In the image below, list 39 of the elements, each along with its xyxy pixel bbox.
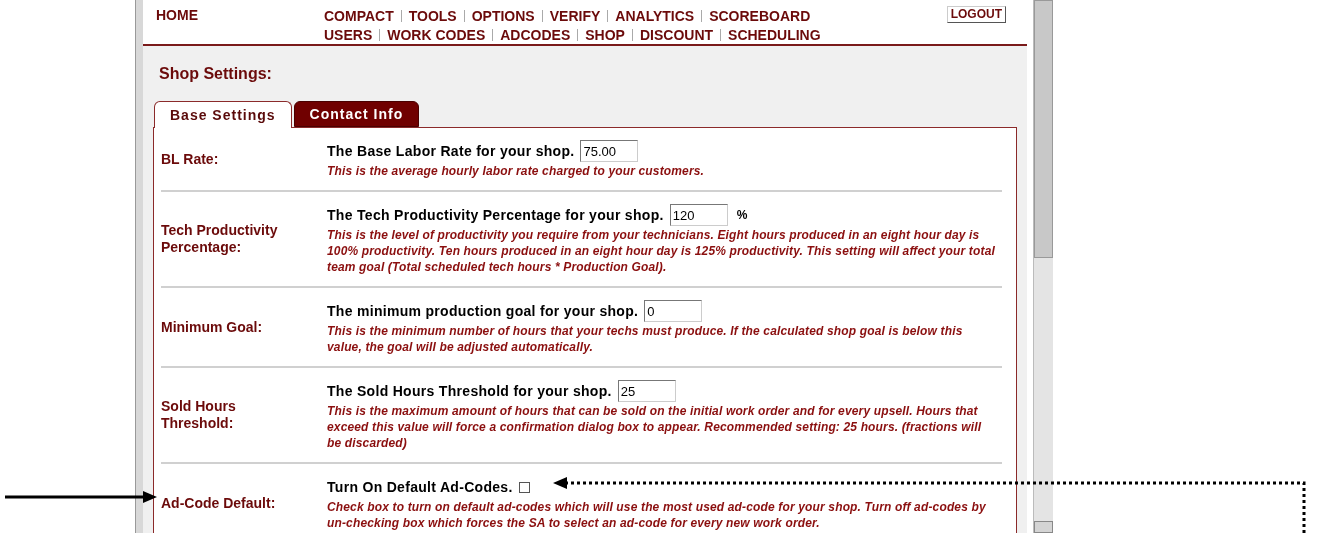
nav-link[interactable]: SHOP bbox=[585, 25, 625, 44]
nav-link[interactable]: ANALYTICS bbox=[615, 6, 695, 25]
setting-description: Check box to turn on default ad-codes which will use the most used ad-code for your shop. Turn off ad-codes by un-checking box which forces the SA to select an ad-code for every new work order. bbox=[327, 499, 987, 531]
setting-prompt: The minimum production goal for your shop. bbox=[327, 301, 639, 321]
nav-link[interactable]: TOOLS bbox=[408, 6, 457, 25]
nav-link[interactable]: ADCODES bbox=[500, 25, 571, 44]
nav-link[interactable]: VERIFY bbox=[549, 6, 601, 25]
tab[interactable]: Base Settings bbox=[154, 101, 292, 128]
setting-label: Minimum Goal: bbox=[161, 318, 264, 336]
scrollbar[interactable] bbox=[1033, 0, 1053, 533]
nav-link[interactable]: DISCOUNT bbox=[639, 25, 714, 44]
setting-description: This is the minimum number of hours that your techs must produce. If the calculated shop goal is below this value, the goal will be adjusted automatically. bbox=[327, 323, 964, 355]
input-field[interactable]: 75.00 bbox=[580, 140, 639, 162]
nav-link[interactable]: OPTIONS bbox=[471, 6, 535, 25]
setting-label: Tech Productivity Percentage: bbox=[161, 222, 279, 256]
setting-prompt: The Base Labor Rate for your shop. bbox=[327, 141, 575, 161]
unit-label: % bbox=[736, 207, 748, 224]
input-field[interactable]: 0 bbox=[644, 300, 703, 322]
setting-description: This is the level of productivity you require from your technicians. Eight hours produced in an eight hour day is 100% productivity. Ten hours produced in an eight hour day is 125% productivity. This setting will affect your total team goal (Total scheduled tech hours * Production Goal). bbox=[327, 227, 996, 275]
nav-link[interactable]: SCHEDULING bbox=[728, 25, 821, 44]
setting-description: This is the maximum amount of hours that can be sold on the initial work order and for every upsell. Hours that exceed this value will force a confirmation dialog box to appear. Recommended setting: 25 hours. (fractions will be discarded) bbox=[327, 403, 983, 451]
setting-label: BL Rate: bbox=[161, 150, 220, 168]
logout-button[interactable]: LOGOUT bbox=[946, 6, 1006, 23]
setting-label: Ad-Code Default: bbox=[161, 494, 277, 512]
input-field[interactable]: 25 bbox=[617, 380, 676, 402]
setting-prompt: The Tech Productivity Percentage for your shop. bbox=[327, 205, 664, 225]
setting-description: This is the average hourly labor rate charged to your customers. bbox=[327, 163, 706, 179]
checkbox[interactable] bbox=[518, 481, 530, 493]
page-title: Shop Settings: bbox=[158, 64, 273, 84]
tab[interactable]: Contact Info bbox=[293, 101, 420, 127]
setting-prompt: Turn On Default Ad-Codes. bbox=[327, 477, 513, 497]
nav-link[interactable]: SCOREBOARD bbox=[709, 6, 811, 25]
nav-link[interactable]: HOME bbox=[156, 6, 198, 24]
nav-link[interactable]: WORK CODES bbox=[387, 25, 486, 44]
setting-label: Sold Hours Threshold: bbox=[161, 398, 237, 432]
setting-prompt: The Sold Hours Threshold for your shop. bbox=[327, 381, 612, 401]
nav-link[interactable]: COMPACT bbox=[324, 6, 394, 25]
input-field[interactable]: 120 bbox=[669, 204, 728, 226]
nav-link[interactable]: USERS bbox=[324, 25, 373, 44]
